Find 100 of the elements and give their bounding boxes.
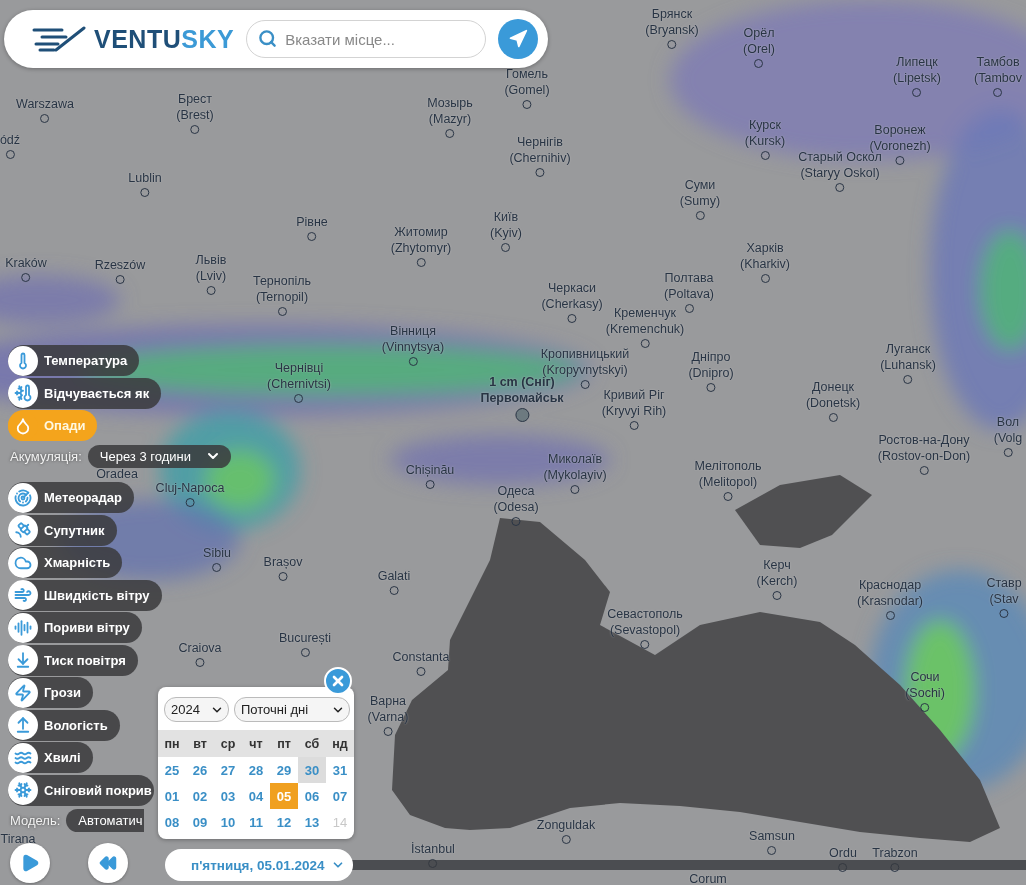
calendar-day[interactable]: 09 bbox=[186, 809, 214, 835]
layer-button[interactable]: Грози bbox=[8, 677, 94, 708]
calendar-day[interactable]: 30 bbox=[298, 757, 326, 783]
layer-button[interactable]: Вологість bbox=[8, 709, 120, 741]
calendar-day[interactable]: 31 bbox=[326, 757, 354, 783]
snowflake-icon bbox=[14, 781, 32, 799]
calendar-day[interactable]: 10 bbox=[214, 809, 242, 835]
rewind-button[interactable] bbox=[88, 843, 128, 883]
city-label: ódź bbox=[0, 132, 21, 148]
city-label: Луганск (Luhansk) bbox=[880, 341, 936, 373]
rewind-icon bbox=[99, 854, 117, 872]
calendar-day[interactable]: 07 bbox=[326, 783, 354, 809]
city-label: Chișinău bbox=[405, 462, 455, 478]
layer-button[interactable]: Опади bbox=[8, 410, 98, 441]
layer-button[interactable]: Відчувається як bbox=[8, 377, 162, 409]
wind-icon bbox=[14, 586, 32, 604]
city-label: Galati bbox=[377, 568, 411, 584]
calendar-day[interactable]: 08 bbox=[158, 809, 186, 835]
city-label: Суми (Sumy) bbox=[679, 177, 721, 209]
play-icon bbox=[20, 853, 40, 873]
calendar-day[interactable]: 27 bbox=[214, 757, 242, 783]
calendar-day[interactable]: 12 bbox=[270, 809, 298, 835]
city-label: Донецк (Donetsk) bbox=[805, 379, 861, 411]
accumulation-label: Акумуляція: bbox=[10, 448, 82, 464]
layer-button[interactable]: Швидкість вітру bbox=[8, 579, 162, 611]
city-label: Краснодар (Krasnodar) bbox=[857, 577, 923, 609]
city-label: Воронеж (Voronezh) bbox=[869, 122, 931, 153]
calendar-day[interactable]: 04 bbox=[242, 783, 270, 809]
city-label: Rzeszów bbox=[94, 257, 146, 273]
city-label: Севастополь (Sevastopol) bbox=[607, 606, 683, 638]
calendar-day[interactable]: 02 bbox=[186, 783, 214, 809]
calendar-day[interactable]: 01 bbox=[158, 783, 186, 809]
weekday-header: пн bbox=[158, 730, 186, 757]
lightning-icon bbox=[14, 683, 32, 702]
calendar-day[interactable]: 03 bbox=[214, 783, 242, 809]
city-label: Житомир (Zhytomyr) bbox=[390, 224, 452, 256]
city-label: Липецк (Lipetsk) bbox=[893, 54, 941, 86]
city-label: Oradea bbox=[96, 466, 138, 482]
close-button[interactable] bbox=[324, 667, 352, 695]
city-label: Київ (Kyiv) bbox=[490, 209, 522, 241]
calendar-day[interactable]: 28 bbox=[242, 757, 270, 783]
model-select[interactable]: Автоматич bbox=[66, 809, 145, 832]
up-arrows-icon bbox=[14, 716, 32, 734]
search-field[interactable]: Вказати місце... bbox=[246, 20, 486, 58]
city-label: Вінниця (Vinnytsya) bbox=[381, 323, 445, 355]
layer-button[interactable]: Пориви вітру bbox=[8, 612, 142, 643]
city-label: Мелітополь (Melitopol) bbox=[694, 458, 762, 490]
date-select[interactable]: п'ятниця, 05.01.2024 bbox=[165, 849, 353, 881]
layer-button[interactable]: Тиск повітря bbox=[8, 644, 138, 676]
city-label: Вол (Volg bbox=[993, 414, 1023, 446]
calendar-day[interactable]: 29 bbox=[270, 757, 298, 783]
location-marker[interactable] bbox=[515, 408, 529, 422]
snow-reading-label: 1 cm (Сніг) Первомайськ bbox=[480, 375, 564, 406]
layer-button[interactable]: Супутник bbox=[8, 514, 117, 546]
weekday-header: нд bbox=[326, 730, 354, 757]
layer-button[interactable]: Температура bbox=[8, 345, 140, 376]
city-label: Полтава (Poltava) bbox=[664, 270, 714, 302]
city-label: Samsun bbox=[749, 828, 795, 844]
city-label: Орёл (Orel) bbox=[743, 25, 775, 57]
thermometer-snowflake-icon bbox=[14, 384, 32, 402]
city-label: Warszawa bbox=[16, 96, 74, 112]
weekday-header: ср bbox=[214, 730, 242, 757]
range-select[interactable]: Поточні дні bbox=[234, 697, 350, 722]
layer-button[interactable]: Метеорадар bbox=[8, 482, 135, 513]
calendar-day[interactable]: 11 bbox=[242, 809, 270, 835]
city-label: București bbox=[278, 630, 332, 646]
calendar-day[interactable]: 13 bbox=[298, 809, 326, 835]
weekday-header: вт bbox=[186, 730, 214, 757]
satellite-icon bbox=[14, 521, 32, 539]
city-label: Ordu bbox=[829, 845, 857, 861]
calendar-day[interactable]: 05 bbox=[270, 783, 298, 809]
weekday-header: пт bbox=[270, 730, 298, 757]
city-label: Мозырь (Mazyr) bbox=[427, 95, 473, 127]
timeline-track[interactable] bbox=[350, 860, 1026, 870]
city-label: Керч (Kerch) bbox=[756, 557, 798, 589]
play-button[interactable] bbox=[10, 843, 50, 883]
city-label: Sibiu bbox=[203, 545, 231, 561]
city-label: Черкаси (Cherkasy) bbox=[541, 280, 603, 312]
city-label: Чернівці (Chernivtsi) bbox=[267, 360, 331, 392]
city-label: Cluj-Napoca bbox=[155, 480, 225, 496]
year-select[interactable]: 2024 bbox=[164, 697, 229, 722]
calendar-day[interactable]: 06 bbox=[298, 783, 326, 809]
radar-icon bbox=[14, 488, 32, 507]
city-label: Миколаїв (Mykolayiv) bbox=[543, 451, 607, 483]
calendar-day[interactable]: 26 bbox=[186, 757, 214, 783]
city-label: Ростов-на-Дону (Rostov-on-Don) bbox=[877, 432, 971, 464]
city-label: İstanbul bbox=[411, 841, 455, 857]
layer-button[interactable]: Хвилі bbox=[8, 742, 93, 773]
download-arrow-icon bbox=[14, 651, 32, 669]
layer-button[interactable]: Хмарність bbox=[8, 547, 123, 578]
accumulation-select[interactable]: Через 3 години bbox=[87, 444, 231, 468]
city-label: Гомель (Gomel) bbox=[504, 66, 550, 98]
weekday-header: сб bbox=[298, 730, 326, 757]
layer-button[interactable]: Сніговий покрив bbox=[8, 774, 154, 806]
city-label: Trabzon bbox=[872, 845, 918, 861]
city-label: Tirana bbox=[0, 831, 36, 847]
calendar-day[interactable]: 25 bbox=[158, 757, 186, 783]
city-label: Lublin bbox=[128, 170, 162, 186]
city-label: Ставр (Stav bbox=[986, 575, 1022, 607]
locate-button[interactable] bbox=[498, 19, 538, 59]
